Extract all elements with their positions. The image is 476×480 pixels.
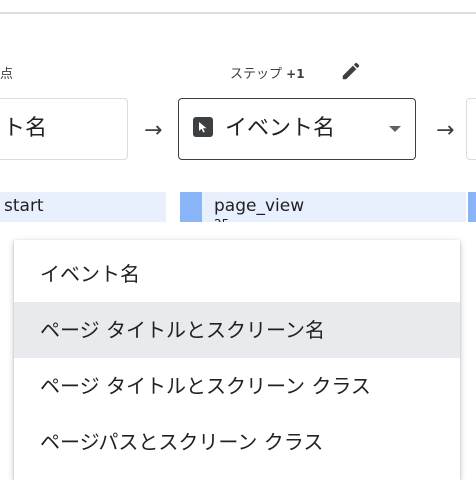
step-dimension-value: イベント名 (225, 116, 336, 141)
dimension-dropdown-menu: イベント名 ページ タイトルとスクリーン名 ページ タイトルとスクリーン クラス… (14, 240, 460, 480)
step-plus: +1 (286, 67, 305, 81)
menu-item-event-name[interactable]: イベント名 (14, 246, 460, 302)
edit-pencil-icon[interactable] (340, 60, 362, 82)
event-cursor-icon (193, 117, 213, 137)
arrow-right-icon: → (144, 118, 163, 143)
menu-item-page-path-screen-class[interactable]: ページパスとスクリーン クラス (14, 414, 460, 470)
step-value-bar (180, 192, 202, 222)
step-event-count: 25 (214, 217, 229, 222)
menu-item-page-title-screen-class[interactable]: ページ タイトルとスクリーン クラス (14, 358, 460, 414)
previous-step-text: ト名 (3, 116, 48, 141)
dropdown-caret-icon[interactable] (389, 126, 401, 132)
step-label-text: ステップ (230, 67, 283, 82)
step-dimension-select[interactable]: イベント名 (178, 98, 416, 160)
next-row-bar (468, 192, 476, 222)
step-event-name[interactable]: page_view (214, 196, 304, 216)
menu-item-page-title-screen-name[interactable]: ページ タイトルとスクリーン名 (14, 302, 460, 358)
next-step-chip[interactable] (466, 98, 476, 160)
arrow-right-icon: → (436, 118, 455, 143)
top-divider (0, 12, 476, 14)
start-point-label: 点 (0, 67, 14, 82)
step-label: ステップ +1 (230, 63, 305, 82)
start-event-name[interactable]: start (4, 196, 44, 216)
previous-step-chip[interactable]: ト名 (0, 98, 128, 160)
